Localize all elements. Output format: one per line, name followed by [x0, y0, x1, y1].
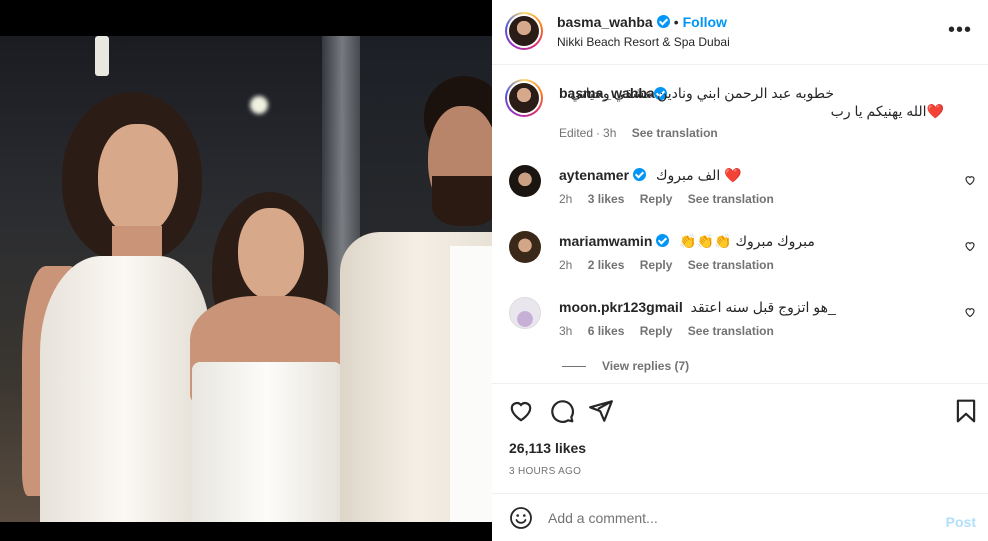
verified-badge-icon — [633, 168, 647, 181]
caption: basma_wahba خطوبه عبد الرحمن ابني ونادين… — [559, 84, 949, 140]
reply-button[interactable]: Reply — [640, 192, 673, 206]
see-translation-link[interactable]: See translation — [688, 192, 774, 206]
view-replies-label: View replies (7) — [602, 359, 690, 373]
see-translation-link[interactable]: See translation — [632, 126, 718, 140]
post-button[interactable]: Post — [946, 514, 976, 530]
replies-divider — [562, 366, 586, 368]
more-options-icon[interactable]: ••• — [948, 20, 972, 40]
reply-button[interactable]: Reply — [640, 324, 673, 338]
post-location[interactable]: Nikki Beach Resort & Spa Dubai — [557, 35, 730, 49]
header-title-row: basma_wahba • Follow — [557, 14, 727, 32]
comment-text: مبروك مبروك 👏👏👏 — [679, 233, 815, 249]
comments-section: basma_wahba خطوبه عبد الرحمن ابني ونادين… — [492, 66, 988, 384]
comment-age[interactable]: 2h — [559, 192, 572, 206]
caption-meta: Edited · 3h See translation — [559, 126, 718, 140]
author-avatar[interactable] — [505, 12, 543, 50]
share-icon[interactable] — [588, 398, 614, 424]
post-actions: 26,113 likes 3 HOURS AGO — [492, 384, 988, 494]
view-replies-button[interactable]: View replies (7) — [562, 359, 689, 373]
comment-like-heart-icon[interactable] — [964, 240, 976, 252]
comment-likes[interactable]: 3 likes — [588, 192, 625, 206]
post-photo — [0, 36, 492, 522]
author-username[interactable]: basma_wahba — [557, 14, 653, 30]
likes-count[interactable]: 26,113 likes — [509, 440, 586, 456]
commenter-avatar[interactable] — [509, 297, 541, 329]
comment-username[interactable]: moon.pkr123gmail — [559, 299, 683, 315]
heart-icon[interactable] — [508, 398, 534, 424]
comment-likes[interactable]: 2 likes — [588, 258, 625, 272]
comment-username[interactable]: aytenamer — [559, 167, 629, 183]
caption-text: خطوبه عبد الرحمن ابني ونادين عشقي وحياتي… — [570, 85, 944, 119]
comment-text: ❤️ الف مبروك — [655, 167, 742, 183]
comment-meta: 2h 3 likes Reply See translation — [559, 192, 786, 206]
comment-meta: 2h 2 likes Reply See translation — [559, 258, 786, 272]
follow-button[interactable]: Follow — [683, 14, 727, 30]
caption-avatar[interactable] — [505, 79, 543, 117]
see-translation-link[interactable]: See translation — [688, 324, 774, 338]
post-panel: basma_wahba • Follow Nikki Beach Resort & … — [492, 0, 988, 541]
background-lamp — [95, 36, 109, 76]
reply-button[interactable]: Reply — [640, 258, 673, 272]
comment-text: _هو اتزوج قبل سنه اعتقد — [690, 299, 836, 315]
posted-time[interactable]: 3 HOURS AGO — [509, 466, 581, 477]
comment-username[interactable]: mariamwamin — [559, 233, 652, 249]
comment-icon[interactable] — [549, 398, 575, 424]
verified-badge-icon — [656, 234, 670, 247]
see-translation-link[interactable]: See translation — [688, 258, 774, 272]
comment-age[interactable]: 3h — [559, 324, 572, 338]
caption-age[interactable]: 3h — [603, 126, 616, 140]
caption-edited: Edited — [559, 126, 594, 140]
post-header: basma_wahba • Follow Nikki Beach Resort & … — [492, 0, 988, 65]
separator-dot: • — [673, 14, 679, 30]
bookmark-icon[interactable] — [953, 398, 979, 424]
comment-age[interactable]: 2h — [559, 258, 572, 272]
commenter-avatar[interactable] — [509, 231, 541, 263]
verified-badge-icon — [656, 15, 670, 28]
comment-composer: Post — [492, 495, 988, 541]
comment-like-heart-icon[interactable] — [964, 174, 976, 186]
commenter-avatar[interactable] — [509, 165, 541, 197]
comment-like-heart-icon[interactable] — [964, 306, 976, 318]
post-media[interactable] — [0, 0, 492, 541]
comment-input[interactable] — [548, 507, 928, 529]
background-light — [250, 96, 268, 114]
emoji-icon[interactable] — [509, 506, 533, 530]
comment-likes[interactable]: 6 likes — [588, 324, 625, 338]
comment-meta: 3h 6 likes Reply See translation — [559, 324, 786, 338]
